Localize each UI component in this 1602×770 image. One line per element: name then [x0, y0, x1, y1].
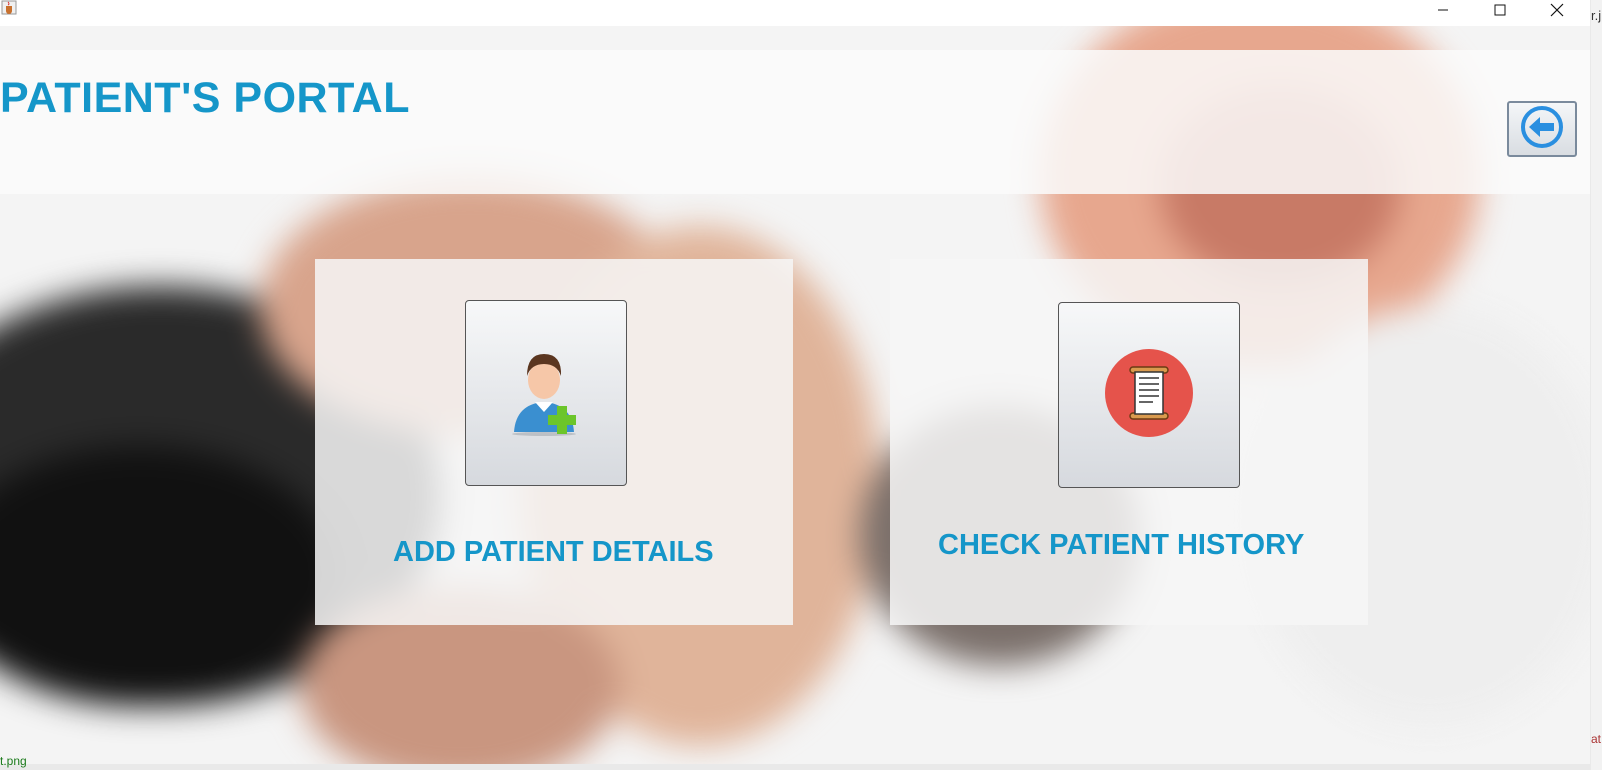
check-history-button[interactable] — [1058, 302, 1240, 488]
add-patient-label: ADD PATIENT DETAILS — [393, 536, 714, 568]
minimize-icon[interactable] — [1420, 0, 1466, 20]
check-history-label: CHECK PATIENT HISTORY — [938, 529, 1305, 561]
window-titlebar — [0, 0, 1590, 26]
back-button[interactable] — [1507, 101, 1577, 157]
background-window-text: at — [1591, 732, 1602, 746]
add-user-icon — [508, 346, 584, 441]
arrow-left-circle-icon — [1516, 104, 1568, 155]
portal-content — [0, 26, 1590, 764]
background-window-strip — [1591, 0, 1602, 770]
background-window-text: r.j — [1591, 8, 1602, 23]
add-patient-button[interactable] — [465, 300, 627, 486]
close-icon[interactable] — [1534, 0, 1580, 20]
scroll-document-icon — [1103, 347, 1195, 444]
java-cup-icon[interactable] — [1, 0, 19, 16]
background-file-label: t.png — [0, 754, 27, 768]
maximize-icon[interactable] — [1477, 0, 1523, 20]
page-title: PATIENT'S PORTAL — [0, 74, 410, 122]
